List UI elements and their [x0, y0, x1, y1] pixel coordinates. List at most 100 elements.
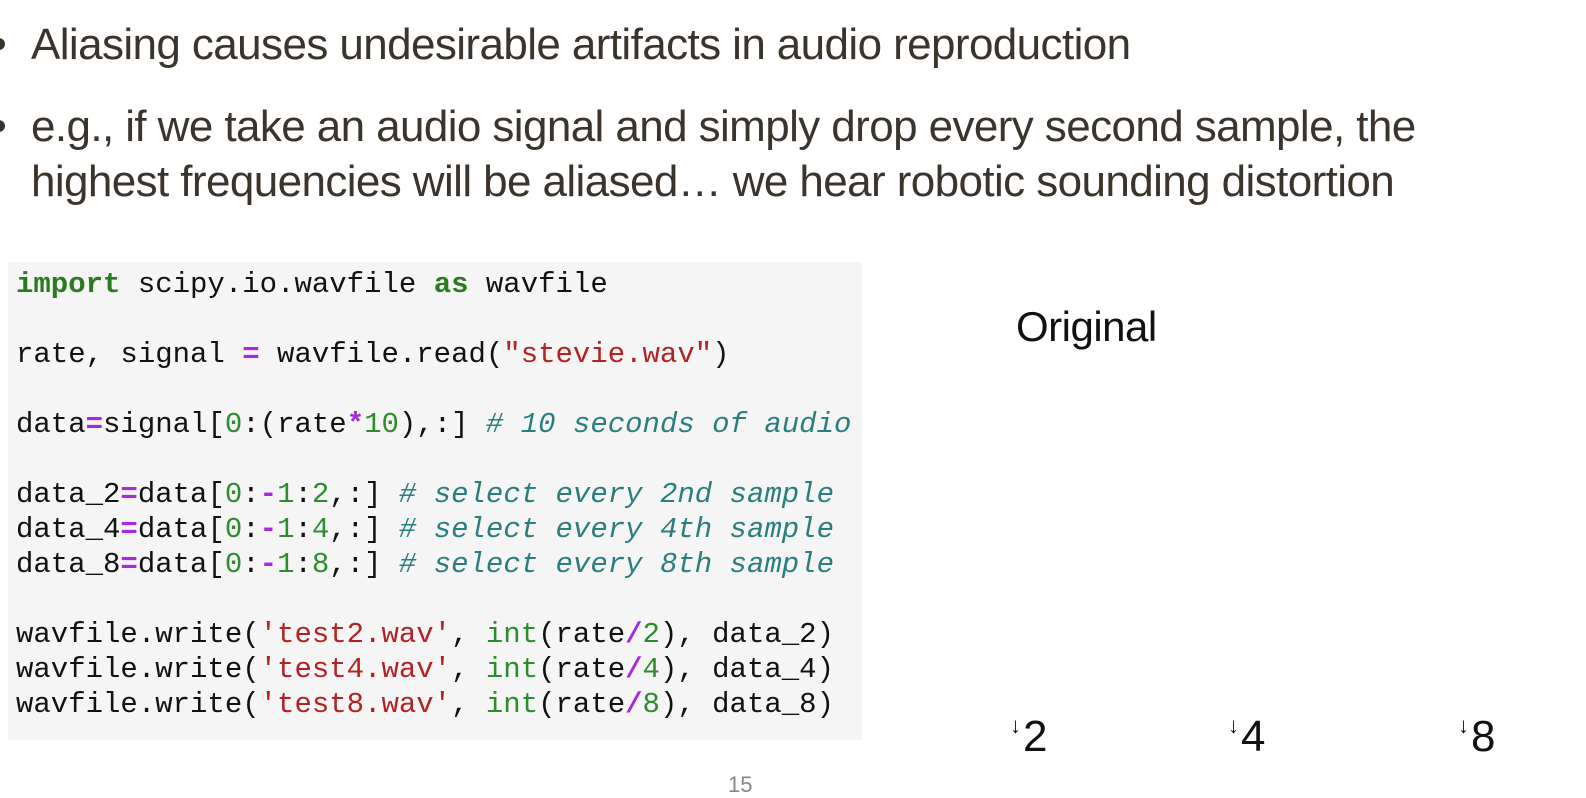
code-segment: (rate [538, 618, 626, 651]
code-line-4: data_2=data[0:-1:2,:] # select every 2nd… [16, 478, 834, 511]
bullet-dot [0, 38, 5, 50]
code-segment: , [451, 653, 486, 686]
code-line-8: wavfile.write('test4.wav', int(rate/4), … [16, 653, 834, 686]
code-segment: data_8 [16, 548, 121, 581]
bullet-text: Aliasing causes undesirable artifacts in… [31, 20, 1131, 69]
code-line-5: data_4=data[0:-1:4,:] # select every 4th… [16, 513, 834, 546]
downsample-2-label: ↓2 [1010, 712, 1047, 762]
code-segment: : [242, 478, 260, 511]
number-literal: 1 [277, 513, 295, 546]
code-segment: wavfile.write( [16, 688, 260, 721]
code-segment: ,:] [329, 478, 399, 511]
operator: - [259, 478, 278, 511]
code-segment: ), data_2) [659, 618, 834, 651]
code-comment: # select every 2nd sample [398, 478, 834, 511]
keyword-import: import [16, 268, 121, 301]
operator: = [120, 478, 138, 511]
operator: = [120, 548, 138, 581]
code-segment: data_4 [16, 513, 121, 546]
bullet-text-continued: highest frequencies will be aliased… we … [31, 157, 1395, 206]
bullet-text: e.g., if we take an audio signal and sim… [31, 102, 1416, 151]
string-literal: 'test4.wav' [259, 653, 452, 686]
builtin-int: int [485, 688, 539, 721]
code-segment: : [294, 513, 312, 546]
bullet-dot [0, 120, 5, 132]
code-line-6: data_8=data[0:-1:8,:] # select every 8th… [16, 548, 834, 581]
code-segment: rate, signal [16, 338, 243, 371]
code-segment: :(rate [242, 408, 347, 441]
code-segment: , [451, 688, 486, 721]
code-segment: : [294, 478, 312, 511]
code-alias: wavfile [468, 268, 608, 301]
downsample-factor: 8 [1471, 712, 1496, 761]
number-literal: 1 [277, 548, 295, 581]
operator: = [242, 338, 260, 371]
string-literal: "stevie.wav" [503, 338, 713, 371]
operator: / [625, 653, 643, 686]
code-segment: : [242, 548, 260, 581]
code-line-9: wavfile.write('test8.wav', int(rate/8), … [16, 688, 834, 721]
number-literal: 2 [311, 478, 330, 511]
page-number: 15 [728, 772, 753, 797]
code-segment: ), data_4) [659, 653, 834, 686]
operator: / [625, 618, 643, 651]
downsample-factor: 2 [1023, 712, 1048, 761]
down-arrow-icon: ↓ [1458, 713, 1469, 738]
downsample-factor: 4 [1241, 712, 1266, 761]
code-segment: wavfile.write( [16, 618, 260, 651]
code-segment: data_2 [16, 478, 121, 511]
code-segment: : [242, 513, 260, 546]
number-literal: 8 [311, 548, 330, 581]
builtin-int: int [485, 653, 539, 686]
number-literal: 4 [642, 653, 660, 686]
code-segment: ), data_8) [659, 688, 834, 721]
code-segment: (rate [538, 653, 626, 686]
code-segment: data[ [137, 478, 225, 511]
code-module: scipy.io.wavfile [120, 268, 434, 301]
code-segment: , [451, 618, 486, 651]
original-audio-label: Original [1016, 303, 1157, 350]
operator: - [259, 513, 278, 546]
code-text: import scipy.io.wavfile as wavfile rate,… [16, 267, 851, 722]
code-comment: # select every 8th sample [398, 548, 834, 581]
code-segment: ,:] [329, 548, 399, 581]
number-literal: 0 [224, 408, 243, 441]
builtin-int: int [485, 618, 539, 651]
string-literal: 'test2.wav' [259, 618, 452, 651]
code-segment: wavfile.write( [16, 653, 260, 686]
number-literal: 8 [642, 688, 660, 721]
code-segment: ),:] [398, 408, 486, 441]
code-line-7: wavfile.write('test2.wav', int(rate/2), … [16, 618, 834, 651]
operator: * [346, 408, 365, 441]
string-literal: 'test8.wav' [259, 688, 452, 721]
keyword-as: as [433, 268, 469, 301]
code-comment: # 10 seconds of audio [485, 408, 852, 441]
code-line-2: rate, signal = wavfile.read("stevie.wav"… [16, 338, 730, 371]
code-segment: data [16, 408, 86, 441]
code-segment: signal[ [103, 408, 225, 441]
operator: = [120, 513, 138, 546]
number-literal: 1 [277, 478, 295, 511]
code-segment: data[ [137, 548, 225, 581]
downsample-8-label: ↓8 [1458, 712, 1495, 762]
code-comment: # select every 4th sample [398, 513, 834, 546]
operator: - [259, 548, 278, 581]
code-segment: : [294, 548, 312, 581]
number-literal: 10 [364, 408, 399, 441]
downsample-4-label: ↓4 [1228, 712, 1265, 762]
code-segment: (rate [538, 688, 626, 721]
code-segment: data[ [137, 513, 225, 546]
code-segment: wavfile.read( [259, 338, 504, 371]
code-line-3: data=signal[0:(rate*10),:] # 10 seconds … [16, 408, 851, 441]
code-segment: ) [712, 338, 730, 371]
operator: = [85, 408, 104, 441]
number-literal: 0 [224, 478, 243, 511]
code-segment: ,:] [329, 513, 399, 546]
number-literal: 2 [642, 618, 660, 651]
down-arrow-icon: ↓ [1010, 713, 1021, 738]
number-literal: 0 [224, 548, 243, 581]
number-literal: 4 [311, 513, 330, 546]
number-literal: 0 [224, 513, 243, 546]
down-arrow-icon: ↓ [1228, 713, 1239, 738]
operator: / [625, 688, 643, 721]
